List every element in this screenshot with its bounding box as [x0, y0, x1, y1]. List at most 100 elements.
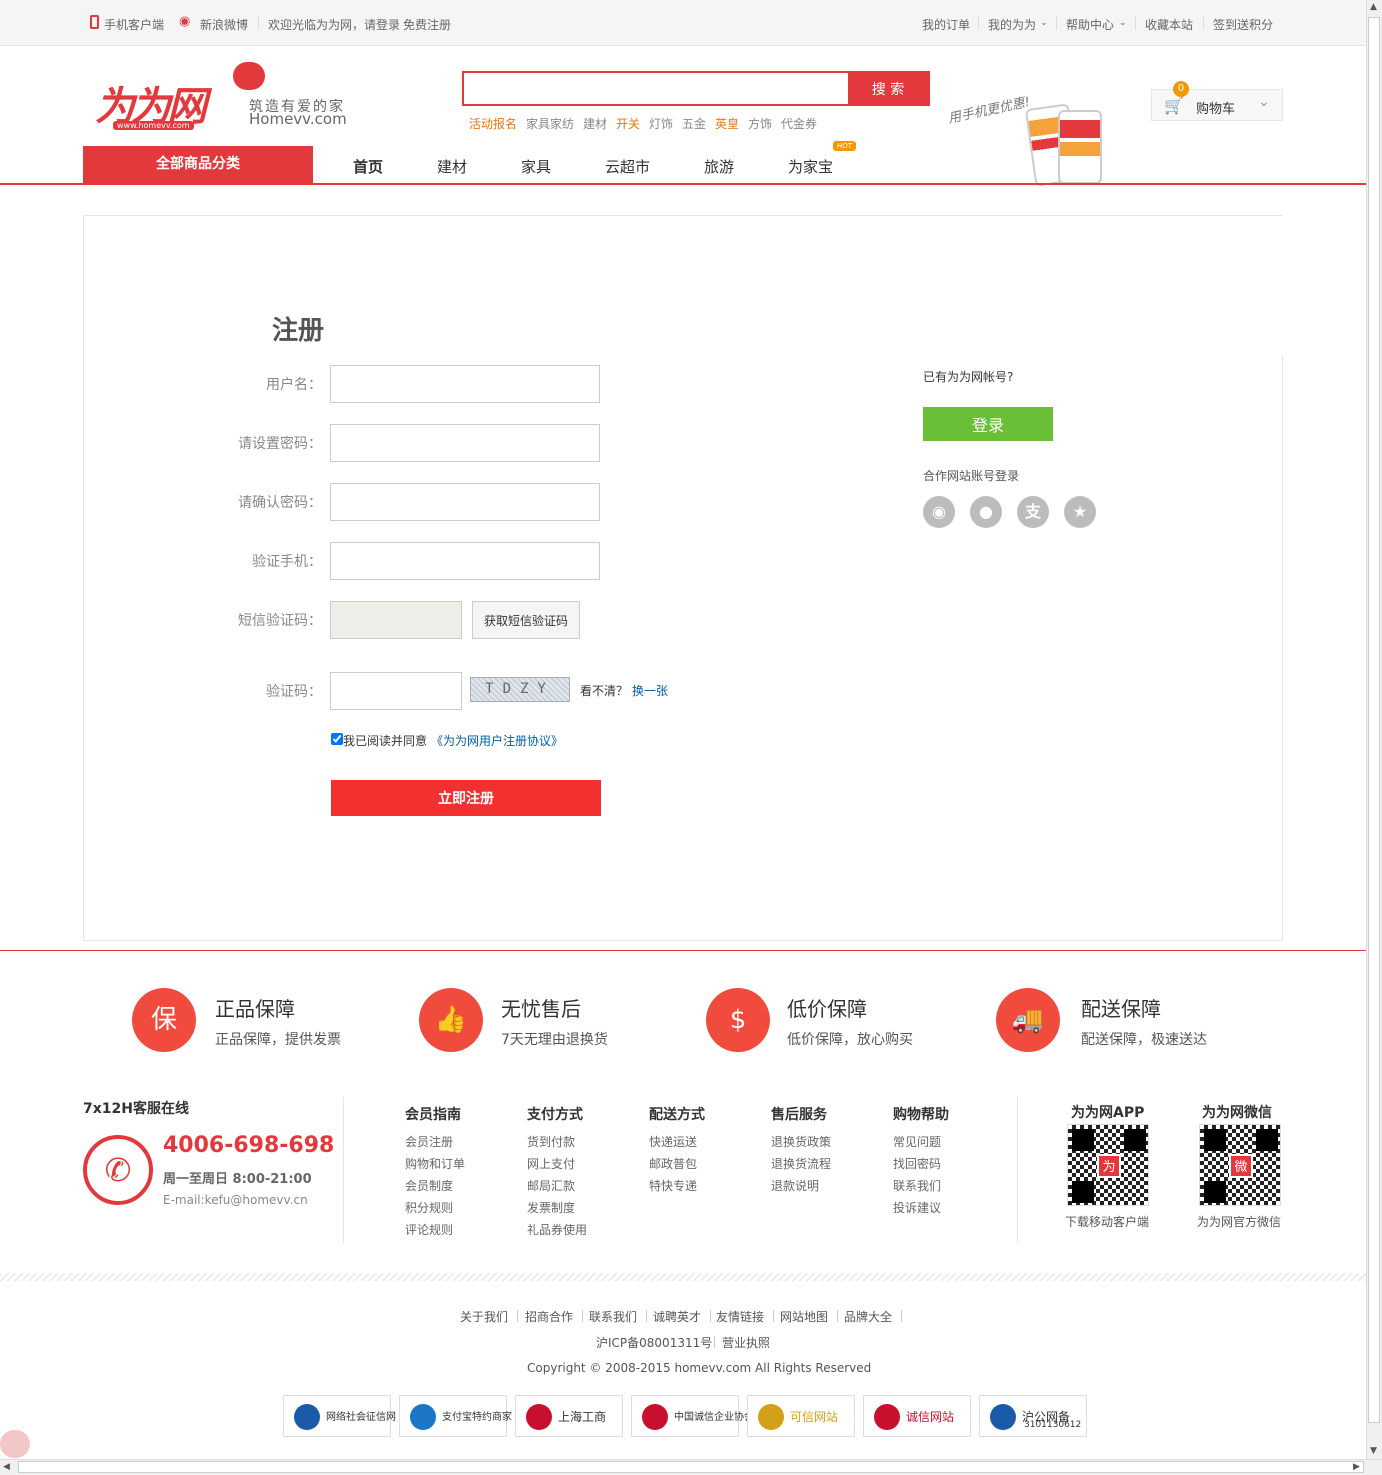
footer-link[interactable]: 网上支付: [527, 1155, 575, 1172]
my-account-menu[interactable]: 我的为为: [988, 16, 1036, 33]
agreement-link[interactable]: 《为为网用户注册协议》: [431, 732, 563, 749]
footer-link[interactable]: 会员制度: [405, 1177, 453, 1194]
footer-link[interactable]: 评论规则: [405, 1221, 453, 1238]
qq-icon[interactable]: ●: [970, 496, 1002, 528]
footer-link[interactable]: 常见问题: [893, 1133, 941, 1150]
footer-link[interactable]: 特快专递: [649, 1177, 697, 1194]
sms-code-input[interactable]: [330, 601, 462, 639]
nav-item[interactable]: 建材: [437, 156, 467, 177]
refresh-captcha-link[interactable]: 换一张: [632, 682, 668, 699]
bottom-link[interactable]: 友情链接: [716, 1308, 764, 1325]
help-center-menu[interactable]: 帮助中心: [1066, 16, 1114, 33]
service-hours: 周一至周日 8:00-21:00: [163, 1172, 312, 1187]
nav-item[interactable]: 为家宝: [788, 156, 833, 177]
all-categories-button[interactable]: 全部商品分类: [83, 146, 313, 183]
site-logo[interactable]: 为为网 www.homevv.com 筑造有爱的家 Homevv.com: [95, 62, 365, 134]
footer-link[interactable]: 退换货政策: [771, 1133, 831, 1150]
weibo-icon[interactable]: ◉: [923, 496, 955, 528]
bottom-link[interactable]: 招商合作: [525, 1308, 573, 1325]
signin-points-link[interactable]: 签到送积分: [1213, 16, 1273, 33]
vertical-scroll-thumb[interactable]: [1368, 17, 1380, 1423]
search-input[interactable]: [464, 73, 848, 104]
scroll-down-icon[interactable]: ▼: [1370, 1446, 1377, 1456]
hot-badge: HOT: [833, 141, 857, 151]
scroll-left-icon[interactable]: ◀: [3, 1462, 10, 1472]
cart-button[interactable]: 🛒 购物车 ⌄: [1151, 89, 1283, 121]
password-label: 请设置密码：: [238, 436, 322, 452]
hotword-link[interactable]: 灯饰: [649, 115, 673, 132]
footer-link[interactable]: 邮政普包: [649, 1155, 697, 1172]
mobile-client-link[interactable]: 手机客户端: [104, 16, 164, 33]
trust-badge[interactable]: 中国诚信企业协会: [631, 1395, 754, 1437]
icp-link[interactable]: 沪ICP备08001311号: [596, 1334, 712, 1351]
footer-link[interactable]: 退换货流程: [771, 1155, 831, 1172]
bottom-link[interactable]: 网站地图: [780, 1308, 828, 1325]
footer-link[interactable]: 购物和订单: [405, 1155, 465, 1172]
footer-link[interactable]: 投诉建议: [893, 1199, 941, 1216]
footer-link[interactable]: 邮局汇款: [527, 1177, 575, 1194]
footer-link[interactable]: 找回密码: [893, 1155, 941, 1172]
get-sms-code-button[interactable]: 获取短信验证码: [472, 601, 580, 639]
register-submit-button[interactable]: 立即注册: [331, 780, 601, 816]
footer-link[interactable]: 退款说明: [771, 1177, 819, 1194]
trust-badge[interactable]: 可信网站: [747, 1395, 855, 1437]
badge-label: 上海工商: [558, 1410, 607, 1424]
top-bar: 手机客户端 ◉ 新浪微博 欢迎光临为为网，请 登录 免费注册 我的订单 我的为为…: [0, 0, 1366, 46]
trust-badge[interactable]: 网络社会征信网: [283, 1395, 396, 1437]
footer-link[interactable]: 礼品券使用: [527, 1221, 587, 1238]
mobile-promo[interactable]: 用手机更优惠!: [947, 95, 1103, 187]
nav-item[interactable]: 旅游: [704, 156, 734, 177]
hotword-link[interactable]: 建材: [583, 115, 607, 132]
password-input[interactable]: [330, 424, 600, 462]
my-orders-link[interactable]: 我的订单: [922, 16, 970, 33]
login-button[interactable]: 登录: [923, 407, 1053, 441]
favorite-icon[interactable]: ★: [1064, 496, 1096, 528]
search-button[interactable]: 搜 索: [848, 73, 928, 104]
scroll-right-icon[interactable]: ▶: [1353, 1462, 1360, 1472]
footer-link[interactable]: 货到付款: [527, 1133, 575, 1150]
bookmark-link[interactable]: 收藏本站: [1145, 16, 1193, 33]
bottom-link[interactable]: 诚聘英才: [653, 1308, 701, 1325]
hotword-link[interactable]: 家具家纺: [526, 115, 574, 132]
hotword-link[interactable]: 英皇: [715, 115, 739, 132]
hotword-link[interactable]: 五金: [682, 115, 706, 132]
bottom-link[interactable]: 关于我们: [460, 1308, 508, 1325]
trust-badge[interactable]: 沪公网备: [979, 1395, 1087, 1437]
guarantee-title: 无忧售后: [501, 997, 581, 1021]
bottom-link[interactable]: 品牌大全: [844, 1308, 892, 1325]
nav-item[interactable]: 家具: [521, 156, 551, 177]
register-link[interactable]: 免费注册: [403, 16, 451, 33]
footer-link[interactable]: 快递运送: [649, 1133, 697, 1150]
phone-input[interactable]: [330, 542, 600, 580]
mascot-icon[interactable]: [0, 1430, 30, 1458]
footer-link[interactable]: 发票制度: [527, 1199, 575, 1216]
alipay-icon[interactable]: 支: [1017, 496, 1049, 528]
username-input[interactable]: [330, 365, 600, 403]
footer-link[interactable]: 会员注册: [405, 1133, 453, 1150]
nav-item[interactable]: 云超市: [605, 156, 650, 177]
captcha-input[interactable]: [330, 672, 462, 710]
footer-link[interactable]: 积分规则: [405, 1199, 453, 1216]
bottom-link[interactable]: 联系我们: [589, 1308, 637, 1325]
agree-checkbox[interactable]: [331, 733, 343, 745]
weibo-link[interactable]: 新浪微博: [200, 16, 248, 33]
service-phone: 4006-698-698: [163, 1133, 335, 1158]
nav-item[interactable]: 首页: [353, 156, 383, 177]
hotword-link[interactable]: 代金券: [781, 115, 817, 132]
trust-badge[interactable]: 诚信网站: [863, 1395, 971, 1437]
license-link[interactable]: 营业执照: [722, 1334, 770, 1351]
captcha-image[interactable]: TDZY: [470, 677, 570, 702]
promo-text: 用手机更优惠!: [946, 94, 1032, 127]
scroll-up-icon[interactable]: ▲: [1370, 2, 1377, 12]
qr-code-image: 微: [1199, 1124, 1281, 1206]
login-link[interactable]: 登录: [376, 16, 400, 33]
hotword-link[interactable]: 活动报名: [469, 115, 517, 132]
confirm-password-input[interactable]: [330, 483, 600, 521]
horizontal-scroll-thumb[interactable]: [18, 1461, 1364, 1473]
footer-link[interactable]: 联系我们: [893, 1177, 941, 1194]
hotword-link[interactable]: 方饰: [748, 115, 772, 132]
trust-badge[interactable]: 支付宝特约商家: [399, 1395, 512, 1437]
trust-badge[interactable]: 上海工商: [515, 1395, 623, 1437]
sms-code-label: 短信验证码：: [238, 613, 322, 629]
hotword-link[interactable]: 开关: [616, 115, 640, 132]
